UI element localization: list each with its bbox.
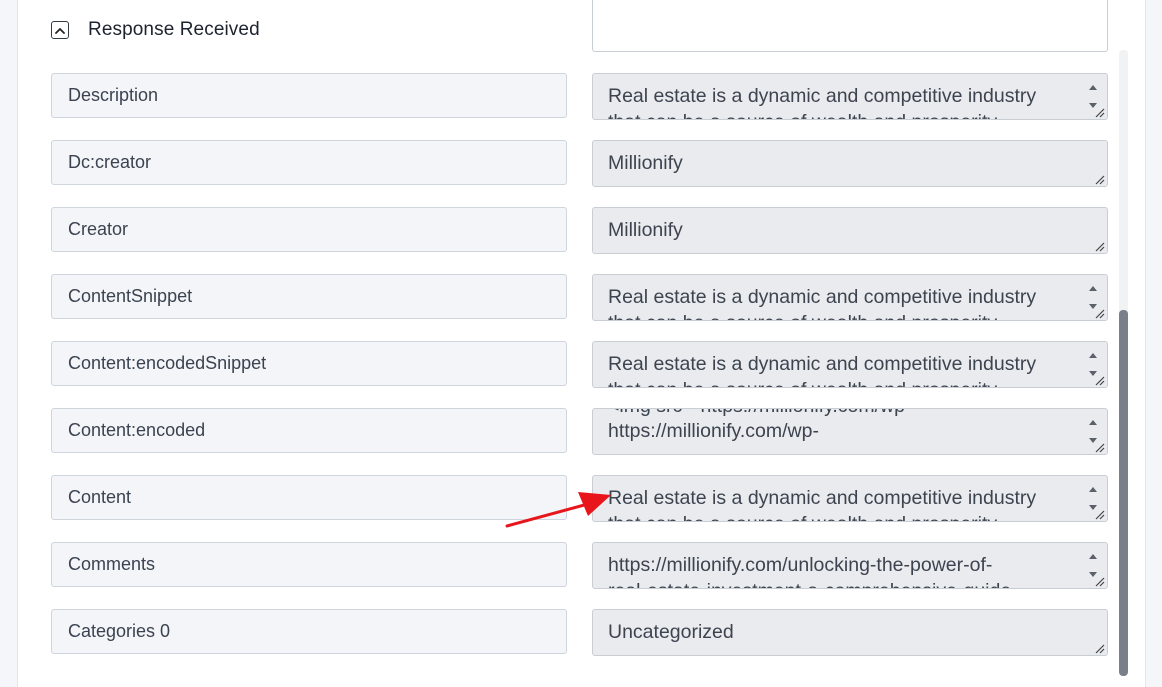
field-row: Creator Millionify	[51, 207, 1109, 254]
field-label: Dc:creator	[51, 140, 567, 185]
resize-handle-icon[interactable]	[1093, 172, 1105, 185]
field-row: Content:encodedSnippet Real estate is a d…	[51, 341, 1109, 388]
field-label: Categories 0	[51, 609, 567, 654]
field-value-textarea[interactable]: Real estate is a dynamic and competitive…	[592, 274, 1108, 321]
field-value-text: Uncategorized	[608, 621, 734, 643]
textarea-scroll-arrows[interactable]	[1087, 547, 1099, 577]
field-label: Comments	[51, 542, 567, 587]
field-value-textarea[interactable]: Uncategorized	[592, 609, 1108, 656]
field-row: ContentSnippet Real estate is a dynamic a…	[51, 274, 1109, 321]
field-value-textarea[interactable]: Real estate is a dynamic and competitive…	[592, 73, 1108, 120]
field-value-text: Millionify	[608, 152, 683, 174]
scroll-up-icon[interactable]	[1088, 279, 1098, 297]
section-header: Response Received	[51, 16, 260, 44]
field-label: Creator	[51, 207, 567, 252]
resize-handle-icon[interactable]	[1093, 105, 1105, 118]
field-row: Description Real estate is a dynamic and …	[51, 73, 1109, 120]
field-label: Content:encodedSnippet	[51, 341, 567, 386]
field-row: Content Real estate is a dynamic and comp…	[51, 475, 1109, 522]
field-value-text: Millionify	[608, 219, 683, 241]
field-value-text: https://millionify.com/wp-	[608, 420, 819, 442]
scroll-up-icon[interactable]	[1088, 78, 1098, 96]
field-label: Content	[51, 475, 567, 520]
overflow-text-below: that can be a source of wealth and prosp…	[608, 378, 1071, 387]
field-value-text: Real estate is a dynamic and competitive…	[608, 487, 1037, 509]
field-row: Content:encoded <img src="https://million…	[51, 408, 1109, 455]
textarea-scroll-arrows[interactable]	[1087, 279, 1099, 309]
field-value-textarea[interactable]: Millionify	[592, 207, 1108, 254]
field-value-text: Real estate is a dynamic and competitive…	[608, 85, 1037, 107]
textarea-scroll-arrows[interactable]	[1087, 480, 1099, 510]
field-value-textarea[interactable]: Millionify	[592, 140, 1108, 187]
overflow-text-below: that can be a source of wealth and prosp…	[608, 512, 1071, 521]
field-value-textarea[interactable]: Real estate is a dynamic and competitive…	[592, 475, 1108, 522]
chevron-up-icon	[55, 21, 65, 39]
scroll-up-icon[interactable]	[1088, 346, 1098, 364]
collapse-button[interactable]	[51, 21, 69, 39]
overflow-text-above: <img src="https://millionify.com/wp-	[608, 409, 1071, 418]
field-label: Description	[51, 73, 567, 118]
scroll-up-icon[interactable]	[1088, 480, 1098, 498]
scrollbar-thumb[interactable]	[1119, 310, 1128, 676]
overflow-text-below: that can be a source of wealth and prosp…	[608, 110, 1071, 119]
field-value-textarea[interactable]: <img src="https://millionify.com/wp-http…	[592, 408, 1108, 455]
resize-handle-icon[interactable]	[1093, 239, 1105, 252]
overflow-text-below: that can be a source of wealth and prosp…	[608, 311, 1071, 320]
field-label: ContentSnippet	[51, 274, 567, 319]
resize-handle-icon[interactable]	[1093, 306, 1105, 319]
resize-handle-icon[interactable]	[1093, 440, 1105, 453]
textarea-scroll-arrows[interactable]	[1087, 346, 1099, 376]
resize-handle-icon[interactable]	[1093, 641, 1105, 654]
field-row: Comments https://millionify.com/unlocking…	[51, 542, 1109, 589]
field-row: Categories 0 Uncategorized	[51, 609, 1109, 656]
field-row: Dc:creator Millionify	[51, 140, 1109, 187]
scroll-up-icon[interactable]	[1088, 547, 1098, 565]
resize-handle-icon[interactable]	[1093, 507, 1105, 520]
field-label: Content:encoded	[51, 408, 567, 453]
field-value-textarea[interactable]: https://millionify.com/unlocking-the-pow…	[592, 542, 1108, 589]
previous-field-value[interactable]	[592, 0, 1108, 52]
resize-handle-icon[interactable]	[1093, 574, 1105, 587]
textarea-scroll-arrows[interactable]	[1087, 78, 1099, 108]
field-value-textarea[interactable]: Real estate is a dynamic and competitive…	[592, 341, 1108, 388]
section-title: Response Received	[88, 19, 260, 40]
field-value-text: Real estate is a dynamic and competitive…	[608, 286, 1037, 308]
field-value-text: https://millionify.com/unlocking-the-pow…	[608, 554, 993, 576]
field-value-text: Real estate is a dynamic and competitive…	[608, 353, 1037, 375]
resize-handle-icon[interactable]	[1093, 373, 1105, 386]
overflow-text-below: real-estate-investment-a-comprehensive-g…	[608, 579, 1071, 588]
textarea-scroll-arrows[interactable]	[1087, 413, 1099, 443]
scroll-up-icon[interactable]	[1088, 413, 1098, 431]
